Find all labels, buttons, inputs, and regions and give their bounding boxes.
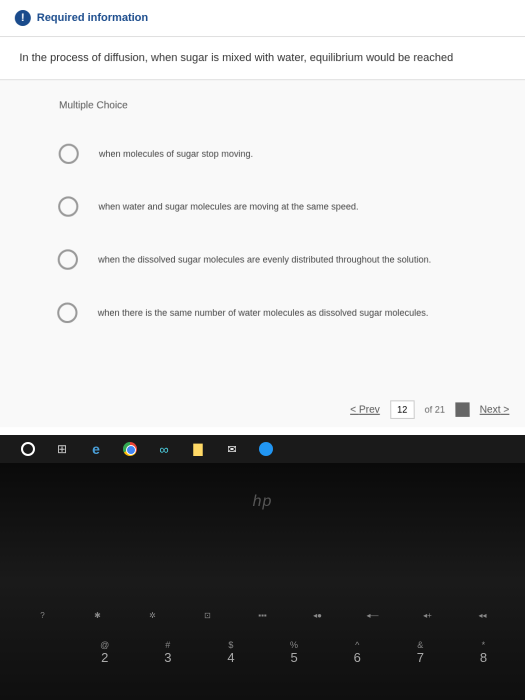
cortana-icon[interactable]: [20, 441, 36, 457]
chrome-icon[interactable]: [122, 441, 138, 457]
mail-icon[interactable]: ✉: [224, 441, 240, 457]
fn-key: ⊡: [193, 611, 223, 620]
option-row[interactable]: when molecules of sugar stop moving.: [58, 132, 466, 177]
hp-logo: hp: [253, 493, 273, 511]
fn-key: ◂◂: [468, 611, 498, 620]
fn-key: ◂—: [358, 611, 388, 620]
fn-key: ▪▪▪: [248, 611, 278, 620]
option-row[interactable]: when the dissolved sugar molecules are e…: [58, 237, 468, 282]
info-header: ! Required information: [0, 0, 525, 37]
radio-button[interactable]: [57, 303, 77, 324]
fn-key: ?: [28, 611, 58, 620]
quiz-container: Multiple Choice when molecules of sugar …: [0, 80, 525, 427]
key-5: %5: [279, 640, 309, 665]
fn-key: ◂+: [413, 611, 443, 620]
key-7: &7: [405, 640, 435, 665]
fn-key: ✱: [83, 611, 113, 620]
page-current: 12: [390, 400, 415, 419]
key-4: $4: [216, 640, 246, 665]
fn-key: ✲: [138, 611, 168, 620]
laptop-keyboard-area: hp ? ✱ ✲ ⊡ ▪▪▪ ◂● ◂— ◂+ ◂◂ @2 #3 $4 %5 ^…: [0, 463, 525, 700]
edge-icon[interactable]: e: [88, 441, 104, 457]
key-8: *8: [468, 640, 498, 665]
question-text: In the process of diffusion, when sugar …: [0, 37, 525, 80]
key-2: @2: [90, 640, 120, 665]
next-link[interactable]: Next >: [480, 404, 510, 415]
option-text: when water and sugar molecules are movin…: [98, 201, 358, 211]
key: [27, 640, 57, 665]
fn-key: ◂●: [303, 611, 333, 620]
prev-link[interactable]: < Prev: [350, 404, 380, 415]
windows-taskbar: ⊞ e ∞ ▇ ✉: [0, 435, 525, 463]
option-text: when molecules of sugar stop moving.: [99, 149, 253, 159]
multiple-choice-label: Multiple Choice: [59, 100, 466, 111]
grid-icon[interactable]: [455, 402, 469, 416]
option-text: when there is the same number of water m…: [98, 308, 429, 318]
app-blue-icon[interactable]: [258, 441, 274, 457]
function-key-row: ? ✱ ✲ ⊡ ▪▪▪ ◂● ◂— ◂+ ◂◂: [0, 611, 525, 620]
key-6: ^6: [342, 640, 372, 665]
option-row[interactable]: when water and sugar molecules are movin…: [58, 184, 467, 229]
option-row[interactable]: when there is the same number of water m…: [57, 290, 468, 335]
navigation-footer: < Prev 12 of 21 Next >: [350, 400, 509, 419]
file-explorer-icon[interactable]: ▇: [190, 441, 206, 457]
radio-button[interactable]: [59, 144, 79, 164]
number-key-row: @2 #3 $4 %5 ^6 &7 *8: [0, 640, 525, 665]
info-badge-icon: !: [15, 10, 31, 26]
required-info-label: Required information: [37, 12, 148, 24]
app-icon[interactable]: ∞: [156, 441, 172, 457]
radio-button[interactable]: [58, 196, 78, 216]
key-3: #3: [153, 640, 183, 665]
page-total: of 21: [425, 404, 445, 414]
option-text: when the dissolved sugar molecules are e…: [98, 254, 431, 264]
radio-button[interactable]: [58, 249, 78, 269]
task-view-icon[interactable]: ⊞: [54, 441, 70, 457]
